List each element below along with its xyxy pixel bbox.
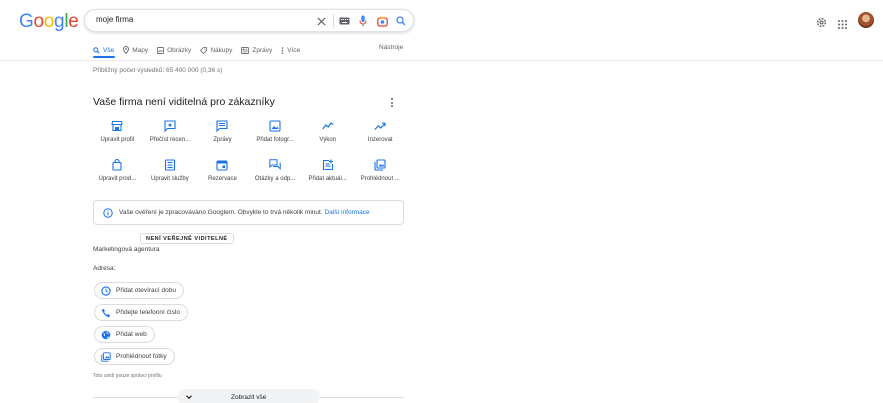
action-messages[interactable]: Zprávy	[196, 120, 249, 143]
trend-icon	[321, 122, 334, 130]
keyboard-icon[interactable]	[337, 14, 351, 28]
action-questions-answers[interactable]: Otázky a odp...	[249, 159, 302, 182]
action-edit-products[interactable]: Upravit prod...	[91, 159, 144, 182]
tab-maps[interactable]: Mapy	[123, 44, 148, 56]
add-opening-hours-chip[interactable]: Přidat otevírací dobu	[94, 282, 184, 299]
add-phone-chip[interactable]: Přidejte telefonní číslo	[94, 304, 188, 321]
view-photos-chip[interactable]: Prohlédnout fotky	[94, 348, 175, 365]
tab-shopping[interactable]: Nákupy	[200, 44, 232, 56]
chevron-down-icon	[186, 395, 192, 400]
business-panel-title: Vaše firma není viditelná pro zákazníky	[93, 96, 275, 108]
list-icon	[164, 159, 175, 171]
result-stats: Přibližný počet výsledků: 65 400 000 (0,…	[93, 67, 223, 74]
tab-all[interactable]: Vše	[93, 44, 114, 56]
account-avatar[interactable]	[858, 12, 874, 28]
search-icon	[93, 46, 100, 54]
action-view-photos[interactable]: Prohlédnout ...	[354, 159, 407, 182]
image-icon	[157, 46, 165, 54]
clock-icon	[101, 285, 111, 296]
business-category: Marketingová agentura	[93, 246, 160, 253]
address-label: Adresa:	[93, 265, 116, 272]
post-add-icon	[322, 159, 333, 171]
shopping-bag-icon	[112, 159, 122, 171]
tab-more[interactable]: Více	[281, 44, 300, 56]
map-pin-icon	[123, 46, 130, 54]
add-website-chip[interactable]: Přidat web	[94, 326, 155, 343]
photo-icon	[269, 120, 281, 132]
action-read-reviews[interactable]: Přečíst recen...	[144, 120, 197, 143]
search-tabs: Vše Mapy Obrázky Nákupy Zprávy Více	[93, 44, 309, 56]
active-tab-indicator	[93, 56, 115, 58]
settings-gear-icon[interactable]	[816, 15, 827, 33]
action-edit-profile[interactable]: Upravit profil	[91, 120, 144, 143]
notice-text: Vaše ověření je zpracováváno Googlem. Ob…	[119, 209, 323, 216]
verification-notice: Vaše ověření je zpracováváno Googlem. Ob…	[93, 200, 404, 225]
action-edit-services[interactable]: Upravit služby	[144, 159, 197, 182]
more-options-icon[interactable]	[390, 98, 394, 109]
microphone-icon[interactable]	[356, 14, 370, 28]
search-divider	[333, 14, 334, 28]
phone-icon	[101, 308, 111, 317]
more-vert-icon	[281, 46, 284, 54]
apps-grid-icon[interactable]	[838, 16, 847, 34]
search-results-page: Google moje firma Vše Mapy Obrázky Nákup…	[0, 0, 883, 403]
gallery-icon	[101, 351, 111, 362]
show-all-button[interactable]: Zobrazit vše	[177, 389, 320, 403]
review-icon	[164, 120, 176, 132]
qa-icon	[269, 159, 281, 171]
news-icon	[241, 46, 250, 54]
action-add-update[interactable]: Přidat aktuál...	[301, 159, 354, 182]
tag-icon	[200, 46, 208, 54]
header-divider	[0, 60, 883, 61]
tools-button[interactable]: Nástroje	[379, 44, 403, 51]
storefront-icon	[111, 120, 123, 132]
trending-up-icon	[374, 122, 386, 130]
google-logo[interactable]: Google	[19, 11, 79, 33]
gallery-icon	[374, 159, 386, 171]
info-icon	[103, 208, 113, 218]
not-public-badge: NENÍ VEŘEJNĚ VIDITELNÉ	[140, 233, 234, 244]
action-performance[interactable]: Výkon	[301, 120, 354, 143]
learn-more-link[interactable]: Další informace	[324, 209, 369, 216]
tab-news[interactable]: Zprávy	[241, 44, 272, 56]
message-icon	[216, 120, 229, 132]
business-actions-grid: Upravit profil Přečíst recen... Zprávy P…	[91, 120, 407, 182]
action-bookings[interactable]: Rezervace	[196, 159, 249, 182]
tab-images[interactable]: Obrázky	[157, 44, 191, 56]
action-add-photo[interactable]: Přidat fotogr...	[249, 120, 302, 143]
owner-only-note: Toto uvidí pouze správci profilu	[93, 373, 162, 379]
lens-camera-icon[interactable]	[375, 14, 389, 28]
search-box[interactable]: moje firma	[84, 9, 414, 32]
clear-icon[interactable]	[314, 14, 328, 28]
action-advertise[interactable]: Inzerovat	[354, 120, 407, 143]
calendar-icon	[216, 160, 229, 171]
globe-icon	[101, 330, 111, 339]
search-icon[interactable]	[394, 14, 408, 28]
search-input[interactable]: moje firma	[96, 15, 133, 24]
